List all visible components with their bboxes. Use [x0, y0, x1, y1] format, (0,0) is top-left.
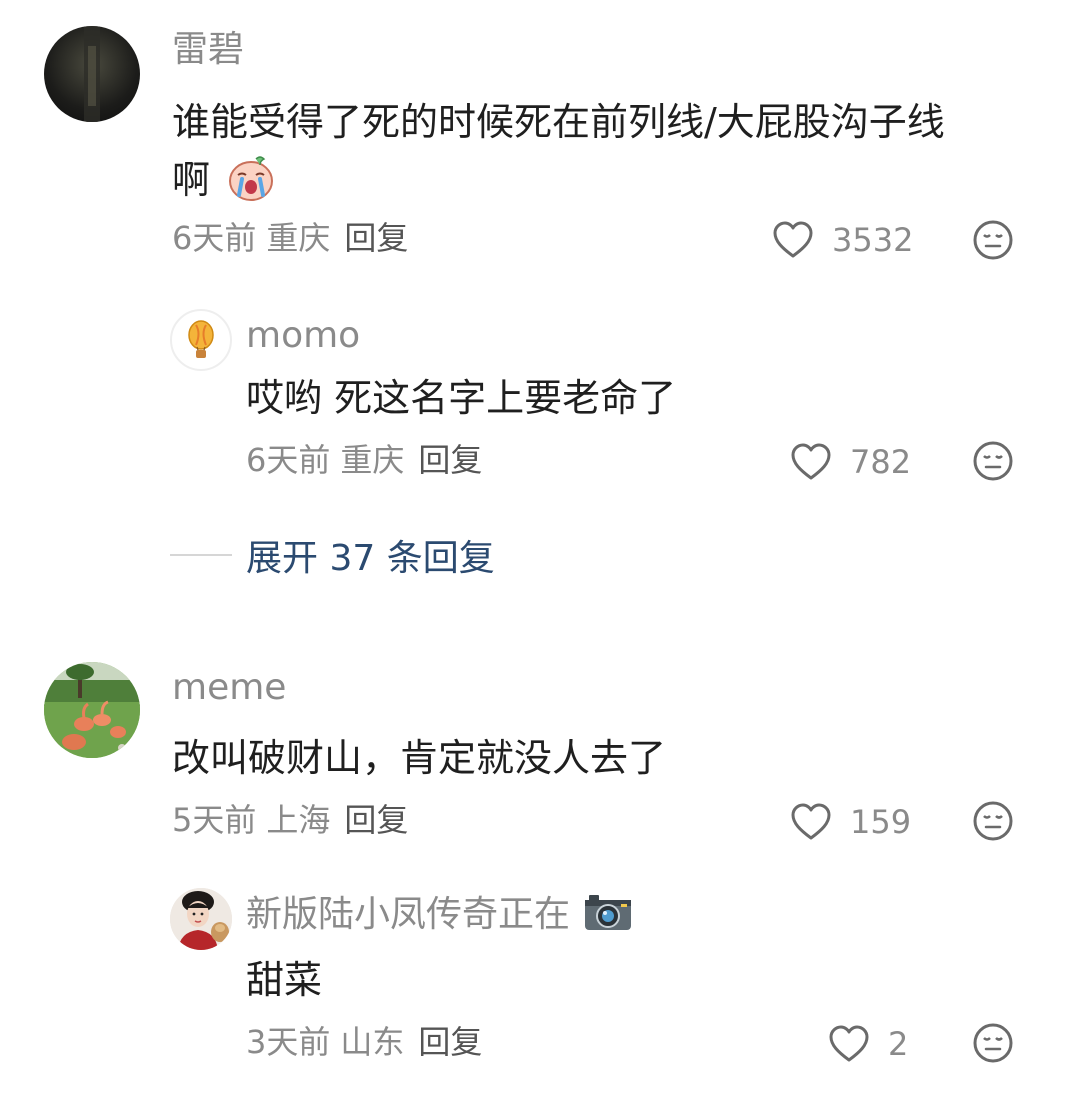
like-button[interactable]: 2 — [828, 1022, 908, 1066]
dislike-icon[interactable] — [972, 1022, 1014, 1064]
time-label: 3天前 — [246, 1023, 331, 1061]
like-count: 2 — [888, 1025, 909, 1063]
avatar[interactable] — [170, 888, 232, 950]
reply-text: 甜菜 — [246, 958, 323, 1002]
username-text[interactable]: 新版陆小凤传奇正在 — [246, 894, 570, 935]
reply-button[interactable]: 回复 — [418, 1023, 482, 1061]
camera-icon — [583, 892, 633, 943]
reply-meta: 3天前 山东 回复 — [246, 1022, 482, 1062]
username[interactable]: 新版陆小凤传奇正在 — [246, 892, 633, 943]
heart-icon — [829, 1025, 869, 1062]
reply-item: 新版陆小凤传奇正在 甜菜 3天前 山东 回复 2 — [0, 0, 1079, 1100]
location-label: 山东 — [340, 1023, 405, 1061]
